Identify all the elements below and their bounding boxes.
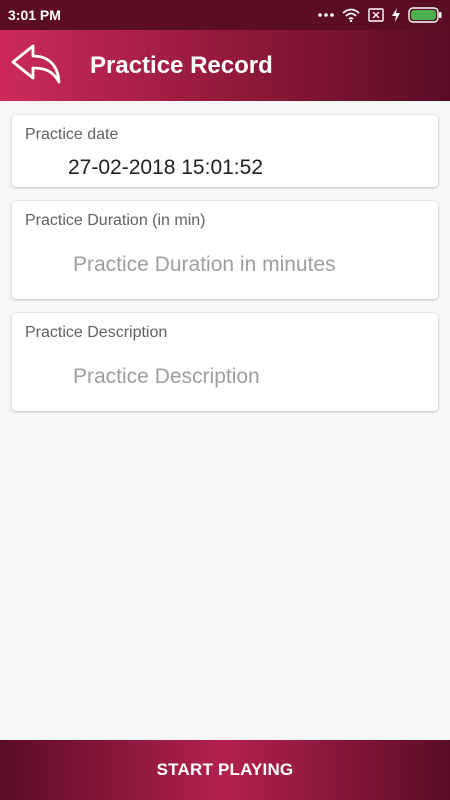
battery-icon [408,7,442,23]
practice-duration-input[interactable] [73,253,423,277]
wifi-icon [342,8,360,22]
practice-date-value[interactable]: 27-02-2018 15:01:52 [68,156,263,180]
practice-description-input[interactable] [73,365,423,389]
app-bar: Practice Record [0,30,450,101]
practice-date-card: Practice date 27-02-2018 15:01:52 [12,115,438,187]
start-playing-label: START PLAYING [156,760,294,779]
practice-description-label: Practice Description [25,324,168,341]
practice-description-card: Practice Description [12,313,438,411]
more-dots-icon [318,12,334,18]
page-title: Practice Record [90,51,273,79]
sim-off-icon [368,8,384,22]
practice-duration-card: Practice Duration (in min) [12,201,438,299]
status-bar: 3:01 PM [0,0,450,30]
back-button[interactable] [0,30,70,101]
start-playing-button[interactable]: START PLAYING [0,740,450,800]
practice-duration-label: Practice Duration (in min) [25,212,206,229]
charging-icon [392,8,400,22]
back-arrow-icon [7,40,63,91]
status-time: 3:01 PM [8,7,61,23]
practice-date-label: Practice date [25,126,119,143]
status-icons [318,7,442,23]
